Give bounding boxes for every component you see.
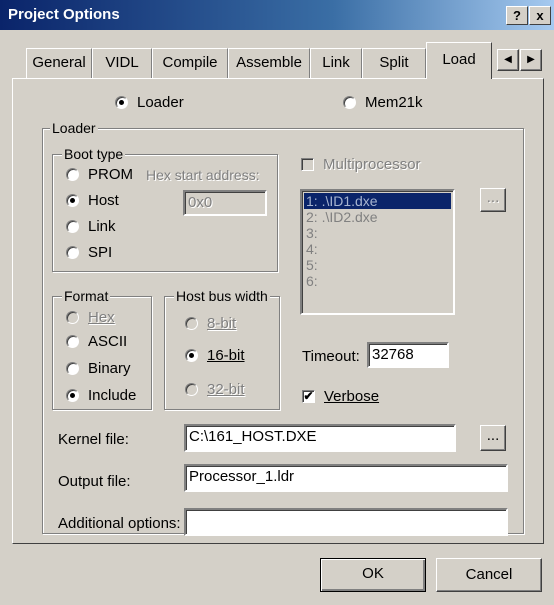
list-item[interactable]: 5: <box>304 257 451 273</box>
timeout-value: 32768 <box>372 346 414 363</box>
list-item[interactable]: 3: <box>304 225 451 241</box>
list-item[interactable]: 1: .\ID1.dxe <box>304 193 451 209</box>
format-binary-radio[interactable] <box>66 362 79 375</box>
format-binary-label: Binary <box>88 360 131 377</box>
tab-link[interactable]: Link <box>310 48 362 78</box>
loader-group-legend: Loader <box>50 120 98 136</box>
multiprocessor-checkbox[interactable] <box>301 158 314 171</box>
tab-compile[interactable]: Compile <box>152 48 228 78</box>
boot-prom-radio[interactable] <box>66 168 79 181</box>
bus-16bit-radio[interactable] <box>185 349 198 362</box>
tab-vidl[interactable]: VIDL <box>92 48 152 78</box>
timeout-label: Timeout: <box>302 348 360 365</box>
list-item[interactable]: 4: <box>304 241 451 257</box>
boot-host-radio[interactable] <box>66 194 79 207</box>
mem21k-mode-radio[interactable] <box>343 96 356 109</box>
additional-options-input[interactable] <box>184 508 508 536</box>
tab-assemble[interactable]: Assemble <box>228 48 310 78</box>
tab-scroll-right-icon[interactable]: ▶ <box>520 49 542 71</box>
cancel-button[interactable]: Cancel <box>436 558 542 592</box>
hex-start-address-label: Hex start address: <box>146 167 260 183</box>
format-hex-radio[interactable] <box>66 311 79 324</box>
boot-type-legend: Boot type <box>62 146 126 162</box>
tab-general[interactable]: General <box>26 48 92 78</box>
bus-8bit-radio[interactable] <box>185 317 198 330</box>
hex-start-address-value: 0x0 <box>188 194 213 211</box>
bus-32bit-label: 32-bit <box>207 381 245 398</box>
kernel-file-input[interactable]: C:\161_HOST.DXE <box>184 424 456 452</box>
boot-host-label: Host <box>88 192 119 209</box>
multiprocessor-list[interactable]: 1: .\ID1.dxe 2: .\ID2.dxe 3: 4: 5: 6: <box>300 189 455 315</box>
boot-link-label: Link <box>88 218 116 235</box>
kernel-file-value: C:\161_HOST.DXE <box>189 428 317 445</box>
bus-8bit-label: 8-bit <box>207 315 237 332</box>
verbose-checkbox[interactable]: ✔ <box>302 390 315 403</box>
loader-mode-label: Loader <box>137 94 184 111</box>
format-legend: Format <box>62 288 111 304</box>
multiprocessor-label: Multiprocessor <box>323 156 421 173</box>
timeout-input[interactable]: 32768 <box>367 342 449 368</box>
tab-scroll-left-icon[interactable]: ◀ <box>497 49 519 71</box>
list-item[interactable]: 6: <box>304 273 451 289</box>
format-ascii-radio[interactable] <box>66 335 79 348</box>
help-button[interactable]: ? <box>506 6 528 25</box>
format-include-radio[interactable] <box>66 389 79 402</box>
bus-16bit-label: 16-bit <box>207 347 245 364</box>
tab-split[interactable]: Split <box>362 48 426 78</box>
hex-start-address-field[interactable]: 0x0 <box>183 190 267 216</box>
output-file-label: Output file: <box>58 473 131 490</box>
tab-load[interactable]: Load <box>426 42 492 79</box>
kernel-file-browse-button[interactable]: ... <box>480 425 506 451</box>
format-ascii-label: ASCII <box>88 333 128 350</box>
output-file-input[interactable]: Processor_1.ldr <box>184 464 508 492</box>
boot-link-radio[interactable] <box>66 220 79 233</box>
boot-spi-label: SPI <box>88 244 113 261</box>
additional-options-label: Additional options: <box>58 515 181 532</box>
format-hex-label: Hex <box>88 309 115 326</box>
output-file-value: Processor_1.ldr <box>189 468 295 485</box>
bus-32bit-radio[interactable] <box>185 383 198 396</box>
multiprocessor-browse-button[interactable]: ... <box>480 188 506 212</box>
mem21k-mode-label: Mem21k <box>365 94 423 111</box>
list-item[interactable]: 2: .\ID2.dxe <box>304 209 451 225</box>
boot-spi-radio[interactable] <box>66 246 79 259</box>
close-button[interactable]: x <box>529 6 551 25</box>
host-bus-width-legend: Host bus width <box>174 288 270 304</box>
window-title: Project Options <box>8 6 120 23</box>
ok-button[interactable]: OK <box>320 558 426 592</box>
loader-mode-radio[interactable] <box>115 96 128 109</box>
format-include-label: Include <box>88 387 137 404</box>
verbose-label: Verbose <box>324 388 380 405</box>
kernel-file-label: Kernel file: <box>58 431 129 448</box>
boot-prom-label: PROM <box>88 166 133 183</box>
